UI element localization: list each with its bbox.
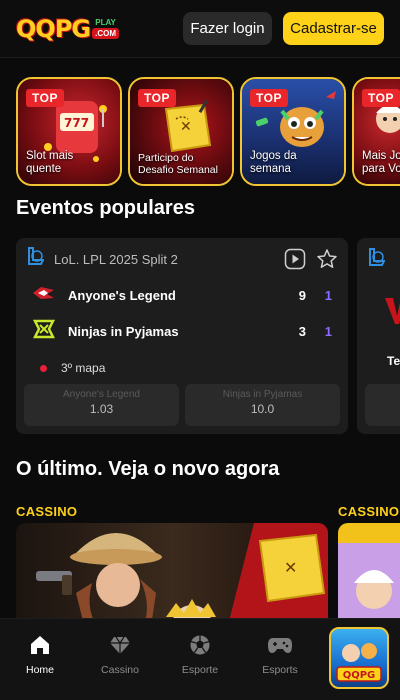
promo-card-games-of-week[interactable]: TOP Jogos da semana (240, 77, 346, 186)
qqpg-logo[interactable]: QQ PG PLAY .COM (16, 13, 119, 45)
top-header: QQ PG PLAY .COM Fazer login Cadastrar-se (0, 0, 400, 58)
top-badge: TOP (362, 89, 400, 107)
map-status-text: 3º mapa (61, 361, 106, 375)
logo-suffix: PLAY .COM (92, 18, 119, 39)
promo-label: Slot mais quente (26, 150, 73, 176)
lol-league-icon (26, 246, 45, 272)
odds-button[interactable]: Ninjas in Pyjamas 10.0 (185, 384, 340, 426)
promo-label: Mais Jog para Vo (362, 150, 400, 176)
svg-text:777: 777 (64, 116, 89, 130)
nav-label: Home (25, 664, 54, 676)
team-logo-icon (385, 296, 400, 331)
team-name-partial: Te (387, 354, 400, 368)
live-indicator-icon (40, 364, 47, 372)
app-badge-text: QQPG (343, 670, 376, 681)
team-name: Anyone's Legend (68, 287, 176, 303)
nav-casino[interactable]: Cassino (84, 633, 156, 676)
odds-team: Anyone's Legend (63, 389, 140, 400)
odds-button[interactable] (365, 384, 400, 426)
section-title-latest: O último. Veja o novo agora (16, 458, 280, 480)
team-maps-won: 1 (324, 323, 332, 339)
team-score: 9 (298, 287, 306, 303)
team-row: Anyone's Legend 9 1 (32, 284, 332, 306)
casino-game-banner-partial[interactable] (338, 523, 400, 633)
logo-play: PLAY (95, 18, 116, 27)
nav-esports[interactable]: Esports (244, 633, 316, 676)
promo-label-line2: para Vo (362, 163, 400, 175)
promo-label-line1: Jogos da (250, 150, 297, 162)
app-download-badge[interactable]: QQPG (329, 627, 389, 689)
promo-card-weekly-challenge[interactable]: ✕ TOP Participo do Desafio Semanal (128, 77, 234, 186)
promo-card-more-games[interactable]: TOP Mais Jog para Vo (352, 77, 400, 186)
odds-value: 1.03 (89, 402, 114, 416)
category-label-casino[interactable]: CASSINO (16, 504, 77, 519)
home-icon (4, 633, 76, 657)
category-label-casino[interactable]: CASSINO (338, 504, 399, 519)
promo-label-line1: Slot mais (26, 150, 74, 162)
login-button[interactable]: Fazer login (183, 12, 272, 45)
promo-label-line1: Participo do (138, 152, 194, 164)
event-card[interactable]: LoL. LPL 2025 Split 2 Anyone's Legend 9 … (16, 238, 348, 434)
soccer-ball-icon (164, 633, 236, 657)
nav-sports[interactable]: Esporte (164, 633, 236, 676)
section-title-popular-events: Eventos populares (16, 197, 195, 219)
nav-label: Esports (262, 664, 298, 676)
team-maps-won: 1 (324, 287, 332, 303)
logo-com: .COM (92, 28, 119, 39)
casino-banner-art (338, 523, 400, 633)
svg-text:✕: ✕ (284, 558, 297, 577)
top-badge: TOP (26, 89, 64, 107)
nav-home[interactable]: Home (4, 633, 76, 676)
diamond-icon (84, 633, 156, 657)
match-status: 3º mapa (40, 361, 105, 375)
odds-button[interactable]: Anyone's Legend 1.03 (24, 384, 179, 426)
logo-pg: PG (54, 14, 91, 43)
team-name: Ninjas in Pyjamas (68, 323, 179, 339)
odds-value: 10.0 (250, 402, 275, 416)
event-card-partial[interactable]: Te (357, 238, 400, 434)
lol-league-icon (367, 248, 386, 273)
top-badge: TOP (250, 89, 288, 107)
play-video-icon[interactable] (284, 248, 306, 275)
svg-text:✕: ✕ (180, 119, 192, 135)
ninjas-in-pyjamas-logo-icon (32, 318, 56, 345)
league-actions (284, 248, 338, 275)
gamepad-icon (244, 633, 316, 657)
promo-label-line2: semana (250, 163, 291, 175)
promo-label-line1: Mais Jog (362, 150, 400, 162)
promo-carousel: 777 TOP Slot mais quente ✕ TOP Participo… (16, 77, 400, 186)
top-badge: TOP (138, 89, 176, 107)
league-header: LoL. LPL 2025 Split 2 (26, 246, 338, 272)
promo-label-line2: Desafio Semanal (138, 164, 218, 176)
promo-label-line2: quente (26, 163, 62, 175)
promo-label: Jogos da semana (250, 150, 297, 176)
nav-label: Esporte (181, 664, 219, 676)
logo-qq: QQ (16, 14, 56, 43)
nav-label: Cassino (101, 664, 139, 676)
promo-card-hot-slot[interactable]: 777 TOP Slot mais quente (16, 77, 122, 186)
anyones-legend-logo-icon (32, 285, 56, 306)
league-name: LoL. LPL 2025 Split 2 (54, 251, 178, 267)
promo-label: Participo do Desafio Semanal (138, 152, 218, 176)
signup-button[interactable]: Cadastrar-se (283, 12, 384, 45)
odds-team: Ninjas in Pyjamas (222, 389, 303, 400)
casino-game-banner[interactable]: ✕ (16, 523, 328, 633)
casino-banner-art: ✕ (16, 523, 328, 633)
team-score: 3 (298, 323, 306, 339)
star-favorite-icon[interactable] (316, 248, 338, 275)
team-row: Ninjas in Pyjamas 3 1 (32, 318, 332, 345)
